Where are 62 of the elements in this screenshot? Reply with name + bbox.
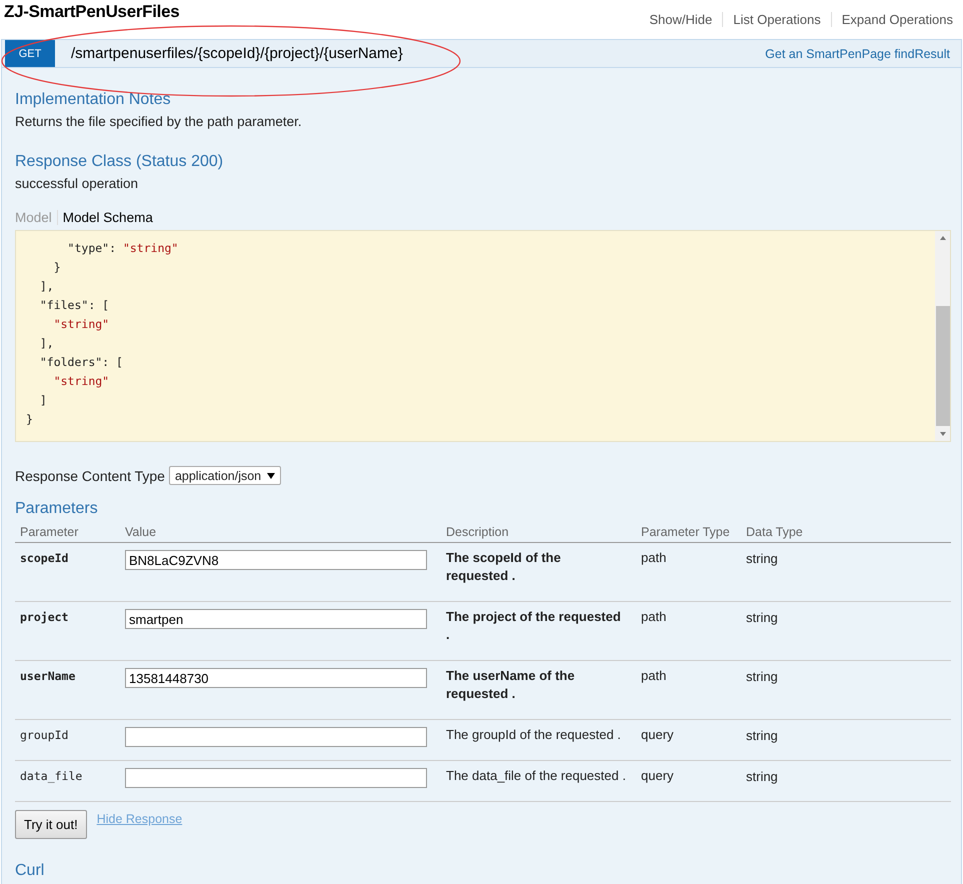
section-heading: Implementation Notes <box>15 90 172 109</box>
parameter-name: userName <box>20 669 76 683</box>
content-type-label: Response Content Type <box>15 468 165 484</box>
code-line: } <box>52 259 62 276</box>
column-header: Parameter Type <box>636 522 741 542</box>
parameter-description: The scopeId of the requested . <box>446 549 562 585</box>
parameter-name: groupId <box>20 728 68 742</box>
parameter-input[interactable]: smartpen <box>125 609 427 629</box>
notes-text: Returns the file specified by the path parameter. <box>15 114 303 130</box>
parameter-description: The project of the requested . <box>446 608 622 644</box>
resource-link[interactable]: Show/Hide <box>639 12 722 27</box>
parameter-input[interactable] <box>125 727 427 747</box>
section-heading: Parameters <box>15 499 99 518</box>
code-line: "type": "string" <box>66 240 180 257</box>
parameter-type: query <box>641 727 674 742</box>
column-header: Value <box>120 522 441 542</box>
parameter-description: The userName of the requested . <box>446 667 576 703</box>
parameter-description: The data_file of the requested . <box>446 767 627 785</box>
data-type: string <box>746 551 778 566</box>
parameter-type: path <box>641 609 666 624</box>
model-tab[interactable]: Model Schema <box>56 210 158 224</box>
column-header: Description <box>441 522 636 542</box>
column-header: Data Type <box>741 522 951 542</box>
parameter-input[interactable] <box>125 768 427 788</box>
parameter-type: query <box>641 768 674 783</box>
scroll-up-icon[interactable] <box>938 235 946 241</box>
column-header: Parameter <box>15 522 120 542</box>
code-line: } <box>26 411 34 428</box>
response-text: successful operation <box>15 176 140 192</box>
parameter-type: path <box>641 668 666 683</box>
code-line: "folders": [ <box>38 354 124 371</box>
section-heading: Response Class (Status 200) <box>15 152 224 171</box>
operation-heading[interactable]: GET /smartpenuserfiles/{scopeId}/{project}/{userName} Get an SmartPenPage findResult <box>1 39 962 68</box>
resource-title[interactable]: ZJ-SmartPenUserFiles <box>4 2 180 22</box>
operation-summary: Get an SmartPenPage findResult <box>765 46 950 60</box>
scrollbar-thumb[interactable] <box>936 306 950 426</box>
code-line: ], <box>38 278 55 295</box>
parameter-input[interactable]: BN8LaC9ZVN8 <box>125 550 427 570</box>
parameter-type: path <box>641 550 666 565</box>
parameter-name: scopeId <box>20 551 68 565</box>
parameter-input[interactable]: 13581448730 <box>125 668 427 688</box>
section-heading: Curl <box>15 861 46 880</box>
code-line: "string" <box>52 316 110 333</box>
dropdown-caret-icon <box>267 472 276 478</box>
resource-link[interactable]: Expand Operations <box>830 12 953 27</box>
data-type: string <box>746 669 778 684</box>
scroll-down-icon[interactable] <box>938 431 946 437</box>
http-method-badge: GET <box>5 40 55 67</box>
data-type: string <box>746 769 778 784</box>
content-type-select[interactable]: application/json <box>168 466 282 485</box>
resource-link[interactable]: List Operations <box>722 12 831 27</box>
data-type: string <box>746 610 778 625</box>
parameter-name: project <box>20 610 68 624</box>
data-type: string <box>746 728 778 743</box>
code-line: "files": [ <box>38 297 110 314</box>
code-line: ], <box>38 335 55 352</box>
try-it-out-button[interactable]: Try it out! <box>15 810 87 839</box>
code-line: ] <box>38 392 48 409</box>
code-line: "string" <box>52 373 110 390</box>
endpoint-path: /smartpenuserfiles/{scopeId}/{project}/{userName} <box>71 45 403 62</box>
parameter-description: The groupId of the requested . <box>446 726 622 744</box>
parameter-name: data_file <box>20 769 82 783</box>
